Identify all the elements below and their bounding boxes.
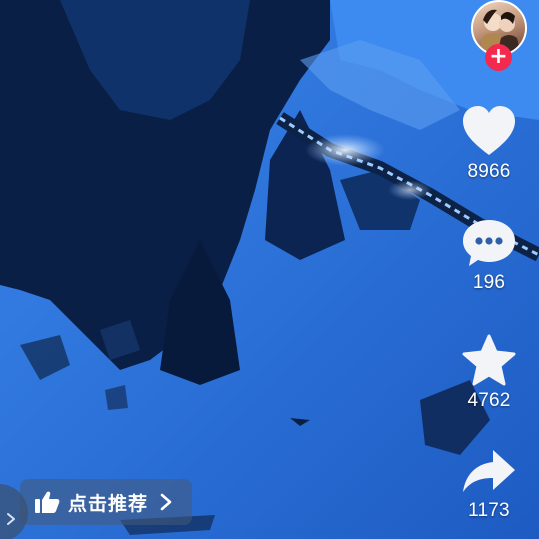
- comment-bubble-icon: [463, 220, 515, 266]
- follow-button[interactable]: +: [485, 44, 512, 71]
- favorite-count: 4762: [467, 390, 511, 411]
- recommend-button[interactable]: 点击推荐: [20, 479, 192, 525]
- video-player[interactable]: + 8966 196 4762 1173 点击推荐: [0, 0, 539, 539]
- like-count: 8966: [467, 161, 511, 182]
- like-button[interactable]: 8966: [457, 105, 521, 183]
- comment-button[interactable]: 196: [457, 218, 521, 294]
- comment-count: 196: [472, 272, 506, 293]
- thumbs-up-icon: [35, 491, 60, 513]
- share-button[interactable]: 1173: [457, 446, 521, 522]
- chevron-right-small-icon: [7, 513, 15, 525]
- creator-avatar-group[interactable]: +: [469, 0, 529, 71]
- share-count: 1173: [468, 500, 510, 521]
- share-arrow-icon: [463, 450, 515, 492]
- recommend-label: 点击推荐: [68, 493, 149, 515]
- favorite-button[interactable]: 4762: [457, 334, 521, 412]
- chevron-right-icon: [160, 493, 172, 511]
- heart-icon: [463, 106, 515, 155]
- star-icon: [462, 334, 516, 386]
